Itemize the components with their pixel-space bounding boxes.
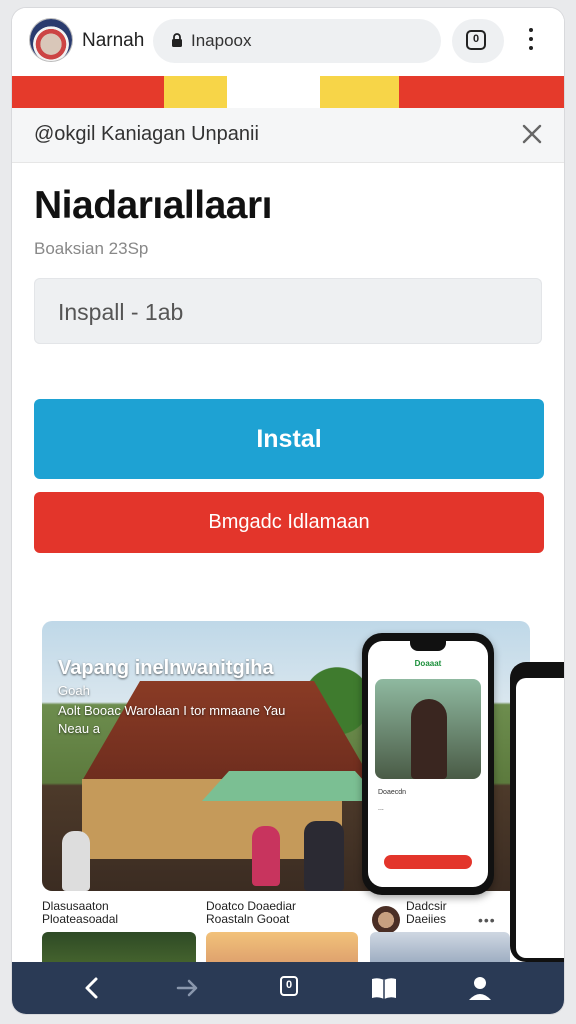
person-figure <box>252 826 280 886</box>
caption-line: Ploateasoadal <box>42 912 119 926</box>
hero-line: Neau a <box>58 721 100 736</box>
page-title: Niadarıallaarı <box>34 184 272 227</box>
phone-screen: Doaaat Doaecdn ... <box>368 641 488 887</box>
phone-item: ... <box>378 805 384 812</box>
person-figure <box>304 821 344 891</box>
close-icon[interactable] <box>518 120 546 148</box>
chevron-left-icon[interactable] <box>72 970 112 1006</box>
bottom-navigation: 0 <box>12 962 564 1014</box>
phone-button <box>384 855 472 869</box>
hero-title: Vapang inelnwanitgiha <box>58 657 274 679</box>
flag-banner <box>12 76 564 108</box>
address-bar[interactable]: Inapoox <box>153 19 441 63</box>
page-subtitle: Boaksian 23Sp <box>34 239 149 258</box>
caption-line: Roastaln Gooat <box>206 912 290 926</box>
lock-icon <box>172 33 182 47</box>
person-figure <box>62 831 90 891</box>
caption-line: Daeiies <box>406 912 447 926</box>
input-value: Inspall - 1ab <box>58 299 184 325</box>
avatar <box>372 906 400 934</box>
tabs-icon: 0 <box>280 976 298 996</box>
phone-mockup: Doaaat Doaecdn ... <box>362 633 494 895</box>
book-icon[interactable] <box>364 970 404 1006</box>
url-text: Inapoox <box>191 31 252 50</box>
promo-header-title: @okgil Kaniagan Unpanii <box>34 123 259 145</box>
phone-mockup-secondary <box>510 662 564 962</box>
text-input[interactable]: Inspall - 1ab <box>34 278 542 344</box>
phone-screen <box>516 678 564 958</box>
more-menu-icon[interactable] <box>520 28 542 56</box>
chevron-right-icon[interactable] <box>168 970 208 1006</box>
tabs-button[interactable]: 0 <box>452 19 504 63</box>
caption-middle: Doatco Doaediar Roastaln Gooat <box>206 900 296 926</box>
hero-line: Goah <box>58 683 90 698</box>
phone-item: Doaecdn <box>378 789 407 796</box>
promo-header: @okgil Kaniagan Unpanii <box>12 108 564 163</box>
site-avatar[interactable] <box>30 19 72 61</box>
tabs-nav-button[interactable]: 0 <box>268 970 308 1006</box>
more-horizontal-icon[interactable]: ••• <box>478 912 496 928</box>
person-icon[interactable] <box>460 970 500 1006</box>
person-figure <box>411 699 447 779</box>
browser-frame: Narnah Inapoox 0 @okgil Kaniagan Unpanii… <box>12 8 564 1014</box>
phone-photo <box>375 679 481 779</box>
phone-notch <box>410 641 446 651</box>
caption-right: Dadcsir Daeiies <box>406 900 447 926</box>
caption-left: Dlasusaaton Ploateasoadal <box>42 900 118 926</box>
phone-header: Doaaat <box>414 659 442 668</box>
tabs-icon: 0 <box>466 30 486 50</box>
install-button[interactable]: Instal <box>34 399 544 479</box>
browser-toolbar: Narnah Inapoox 0 <box>12 8 564 76</box>
hero-line: Aolt Booac Warolaan I tor mmaane Yau <box>58 703 286 718</box>
site-name: Narnah <box>82 30 145 51</box>
umbrella <box>202 771 382 801</box>
secondary-button[interactable]: Bmgadc Idlamaan <box>34 492 544 553</box>
